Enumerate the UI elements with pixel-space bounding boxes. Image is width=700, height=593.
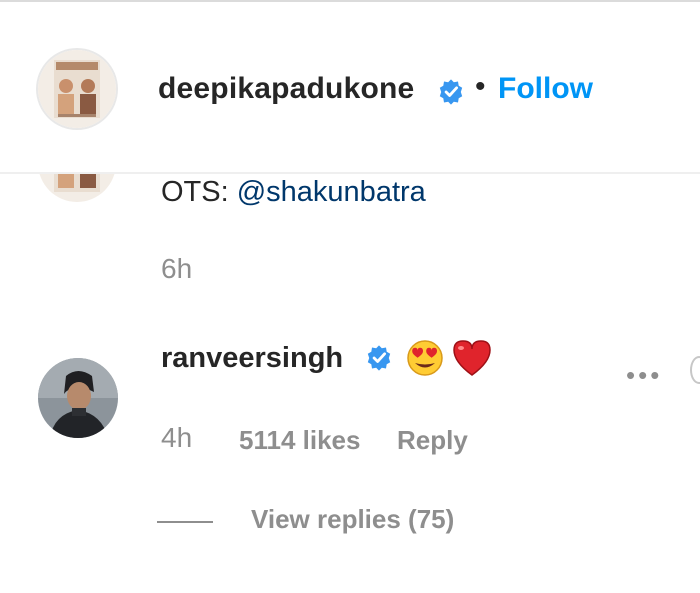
- follow-button[interactable]: Follow: [498, 72, 593, 106]
- comment-timestamp: 4h: [161, 422, 193, 453]
- caption-timestamp: 6h: [161, 253, 193, 284]
- likes-count-button[interactable]: 5114 likes: [239, 425, 360, 456]
- red-heart-emoji-icon: [453, 340, 491, 376]
- profile-photo-avatar-icon: [38, 358, 118, 438]
- more-options-button[interactable]: •••: [626, 360, 662, 391]
- header-separator: •: [475, 70, 486, 103]
- post-header: deepikapadukone • Follow: [0, 2, 700, 174]
- caption-prefix: OTS:: [161, 176, 237, 208]
- verified-badge-icon: [437, 78, 465, 106]
- like-heart-icon[interactable]: [690, 356, 700, 384]
- comment-emoji-group: [406, 338, 496, 378]
- commenter-avatar[interactable]: [38, 358, 118, 438]
- post-author-username[interactable]: deepikapadukone: [158, 72, 414, 106]
- heart-eyes-emoji-icon: [407, 340, 491, 376]
- replies-divider-line: [157, 521, 213, 523]
- header-avatar[interactable]: [38, 50, 116, 128]
- view-replies-label: View replies (75): [251, 504, 455, 534]
- reply-button[interactable]: Reply: [397, 425, 468, 456]
- instagram-post-panel: OTS: @shakunbatra 6h deepikapadukone • F…: [0, 0, 700, 593]
- commenter-username[interactable]: ranveersingh: [161, 342, 343, 375]
- comment-item: ranveersingh ••• 4h 5114 likes Reply: [0, 330, 700, 470]
- mention-link[interactable]: @shakunbatra: [237, 176, 426, 208]
- caption-text: OTS: @shakunbatra: [161, 176, 426, 209]
- magazine-cover-avatar-icon: [38, 50, 116, 128]
- verified-badge-icon: [365, 344, 393, 372]
